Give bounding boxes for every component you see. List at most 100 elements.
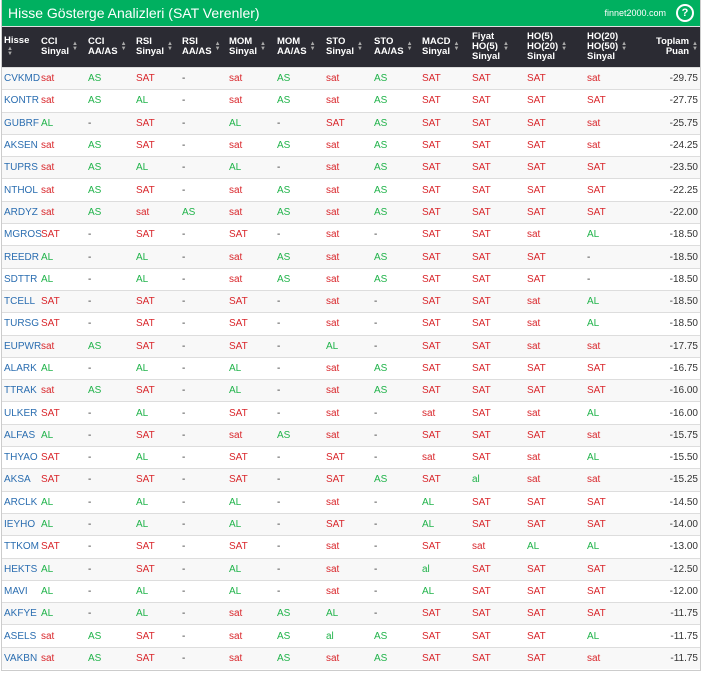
header-line: Sinyal (587, 51, 615, 62)
table-row[interactable]: ALARKAL-AL-AL-satASSATSATSATSAT-16.75 (2, 357, 700, 379)
table-row[interactable]: CVKMDsatASSAT-satASsatASSATSATSATsat-29.… (2, 68, 700, 90)
ticker-link[interactable]: ALARK (2, 357, 39, 379)
ticker-link[interactable]: MAVI (2, 580, 39, 602)
signal-cell: sat (39, 179, 86, 201)
table-row[interactable]: NTHOLsatASSAT-satASsatASSATSATSATSAT-22.… (2, 179, 700, 201)
table-row[interactable]: TCELLSAT-SAT-SAT-sat-SATSATsatAL-18.50 (2, 290, 700, 312)
column-header[interactable]: RSIAA/AS▲▼ (180, 27, 227, 68)
signal-cell: - (180, 313, 227, 335)
sort-icon[interactable]: ▲▼ (7, 47, 13, 57)
ticker-link[interactable]: NTHOL (2, 179, 39, 201)
table-row[interactable]: AKFYEAL-AL-satASAL-SATSATSATSAT-11.75 (2, 603, 700, 625)
table-row[interactable]: IEYHOAL-AL-AL-SAT-ALSATSATSAT-14.00 (2, 513, 700, 535)
ticker-link[interactable]: ASELS (2, 625, 39, 647)
table-row[interactable]: TURSGSAT-SAT-SAT-sat-SATSATsatAL-18.50 (2, 313, 700, 335)
ticker-link[interactable]: TTRAK (2, 380, 39, 402)
signal-cell: SAT (134, 112, 180, 134)
signal-cell: - (86, 580, 134, 602)
signal-cell: SAT (585, 513, 647, 535)
table-row[interactable]: KONTRsatASAL-satASsatASSATSATSATSAT-27.7… (2, 90, 700, 112)
ticker-link[interactable]: AKSEN (2, 134, 39, 156)
sort-icon[interactable]: ▲▼ (561, 42, 567, 52)
sort-icon[interactable]: ▲▼ (167, 42, 173, 52)
ticker-link[interactable]: AKSA (2, 469, 39, 491)
column-header[interactable]: STOSinyal▲▼ (324, 27, 372, 68)
table-row[interactable]: ARCLKAL-AL-AL-sat-ALSATSATSAT-14.50 (2, 491, 700, 513)
table-row[interactable]: HEKTSAL-SAT-AL-sat-alSATSATSAT-12.50 (2, 558, 700, 580)
table-row[interactable]: THYAOSAT-AL-SAT-SAT-satSATsatAL-15.50 (2, 447, 700, 469)
table-row[interactable]: TTKOMSAT-SAT-SAT-sat-SATsatALAL-13.00 (2, 536, 700, 558)
column-header[interactable]: MACDSinyal▲▼ (420, 27, 470, 68)
signal-cell: SAT (470, 647, 525, 669)
table-row[interactable]: REEDRAL-AL-satASsatASSATSATSAT--18.50 (2, 246, 700, 268)
column-header[interactable]: MOMAA/AS▲▼ (275, 27, 324, 68)
ticker-link[interactable]: HEKTS (2, 558, 39, 580)
ticker-link[interactable]: THYAO (2, 447, 39, 469)
sort-icon[interactable]: ▲▼ (621, 42, 627, 52)
column-header[interactable]: FiyatHO(5)Sinyal▲▼ (470, 27, 525, 68)
ticker-link[interactable]: MGROS (2, 224, 39, 246)
ticker-link[interactable]: GUBRF (2, 112, 39, 134)
table-row[interactable]: GUBRFAL-SAT-AL-SATASSATSATSATsat-25.75 (2, 112, 700, 134)
table-row[interactable]: VAKBNsatASSAT-satASsatASSATSATSATsat-11.… (2, 647, 700, 669)
table-row[interactable]: MGROSSAT-SAT-SAT-sat-SATSATsatAL-18.50 (2, 224, 700, 246)
table-row[interactable]: AKSASAT-SAT-SAT-SATASSATalsatsat-15.25 (2, 469, 700, 491)
table-row[interactable]: ASELSsatASSAT-satASalASSATSATSATAL-11.75 (2, 625, 700, 647)
ticker-link[interactable]: TTKOM (2, 536, 39, 558)
table-row[interactable]: ALFASAL-SAT-satASsat-SATSATSATsat-15.75 (2, 424, 700, 446)
column-header[interactable]: RSISinyal▲▼ (134, 27, 180, 68)
ticker-link[interactable]: TURSG (2, 313, 39, 335)
ticker-link[interactable]: VAKBN (2, 647, 39, 669)
signal-cell: sat (227, 268, 275, 290)
sort-icon[interactable]: ▲▼ (407, 42, 413, 52)
table-row[interactable]: TUPRSsatASAL-AL-satASSATSATSATSAT-23.50 (2, 157, 700, 179)
sort-icon[interactable]: ▲▼ (692, 42, 698, 52)
column-header[interactable]: Hisse▲▼ (2, 27, 39, 68)
ticker-link[interactable]: TUPRS (2, 157, 39, 179)
sort-icon[interactable]: ▲▼ (215, 42, 221, 52)
sort-icon[interactable]: ▲▼ (310, 42, 316, 52)
column-header[interactable]: ToplamPuan▲▼ (647, 27, 700, 68)
table-row[interactable]: SDTTRAL-AL-satASsatASSATSATSAT--18.50 (2, 268, 700, 290)
sort-icon[interactable]: ▲▼ (121, 42, 127, 52)
ticker-link[interactable]: SDTTR (2, 268, 39, 290)
signal-cell: SAT (525, 357, 585, 379)
column-header[interactable]: MOMSinyal▲▼ (227, 27, 275, 68)
table-row[interactable]: EUPWRsatASSAT-SAT-AL-SATSATsatsat-17.75 (2, 335, 700, 357)
ticker-link[interactable]: AKFYE (2, 603, 39, 625)
ticker-link[interactable]: REEDR (2, 246, 39, 268)
table-row[interactable]: MAVIAL-AL-AL-sat-ALSATSATSAT-12.00 (2, 580, 700, 602)
sort-icon[interactable]: ▲▼ (503, 42, 509, 52)
column-header[interactable]: HO(20)HO(50)Sinyal▲▼ (585, 27, 647, 68)
signal-cell: SAT (585, 179, 647, 201)
signal-cell: SAT (470, 447, 525, 469)
site-link[interactable]: finnet2000.com (604, 8, 666, 18)
signal-cell: AS (372, 179, 420, 201)
ticker-link[interactable]: IEYHO (2, 513, 39, 535)
table-row[interactable]: TTRAKsatASSAT-AL-satASSATSATSATSAT-16.00 (2, 380, 700, 402)
column-header[interactable]: STOAA/AS▲▼ (372, 27, 420, 68)
ticker-link[interactable]: TCELL (2, 290, 39, 312)
column-header[interactable]: HO(5)HO(20)Sinyal▲▼ (525, 27, 585, 68)
table-row[interactable]: AKSENsatASSAT-satASsatASSATSATSATsat-24.… (2, 134, 700, 156)
help-icon[interactable]: ? (676, 4, 694, 22)
ticker-link[interactable]: ARCLK (2, 491, 39, 513)
signal-cell: SAT (525, 380, 585, 402)
column-header[interactable]: CCISinyal▲▼ (39, 27, 86, 68)
table-row[interactable]: ARDYZsatASsatASsatASsatASSATSATSATSAT-22… (2, 201, 700, 223)
ticker-link[interactable]: ALFAS (2, 424, 39, 446)
ticker-link[interactable]: EUPWR (2, 335, 39, 357)
ticker-link[interactable]: ARDYZ (2, 201, 39, 223)
ticker-link[interactable]: ULKER (2, 402, 39, 424)
ticker-link[interactable]: CVKMD (2, 68, 39, 90)
sort-icon[interactable]: ▲▼ (454, 42, 460, 52)
signal-cell: SAT (420, 647, 470, 669)
signal-cell: SAT (525, 424, 585, 446)
signal-cell: SAT (227, 290, 275, 312)
sort-icon[interactable]: ▲▼ (260, 42, 266, 52)
ticker-link[interactable]: KONTR (2, 90, 39, 112)
sort-icon[interactable]: ▲▼ (357, 42, 363, 52)
sort-icon[interactable]: ▲▼ (72, 42, 78, 52)
table-row[interactable]: ULKERSAT-AL-SAT-sat-satSATsatAL-16.00 (2, 402, 700, 424)
column-header[interactable]: CCIAA/AS▲▼ (86, 27, 134, 68)
